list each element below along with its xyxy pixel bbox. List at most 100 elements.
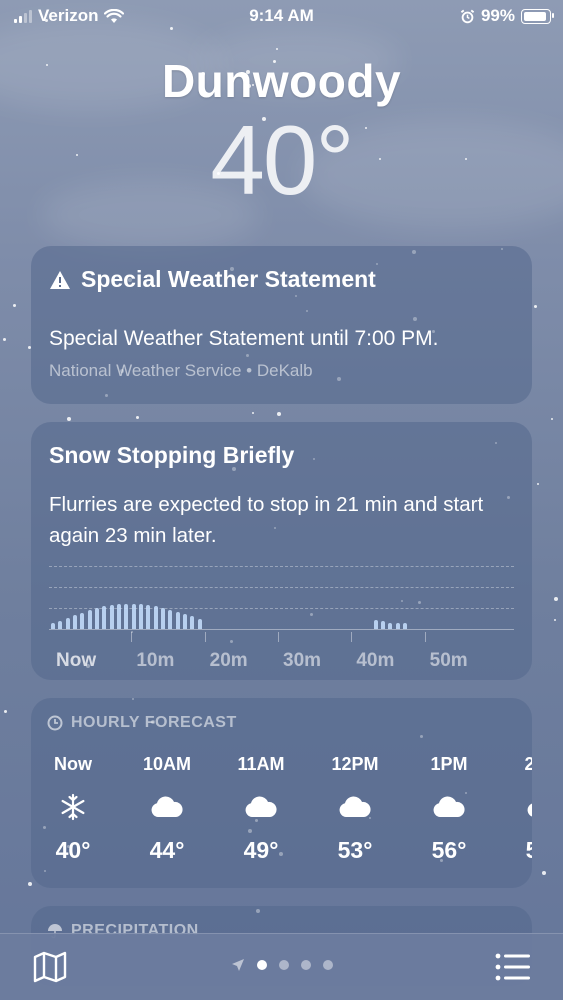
hourly-item: 12PM 53° [315, 754, 395, 864]
precip-bar [95, 608, 99, 629]
precip-bar [102, 606, 107, 629]
nowcast-description: Flurries are expected to stop in 21 min … [49, 493, 484, 547]
cloud-icon [315, 791, 395, 823]
tick-label: 20m [209, 650, 248, 671]
page-dot[interactable] [256, 960, 267, 970]
precip-bar [65, 618, 70, 629]
hourly-item: 10AM 44° [127, 754, 207, 864]
hour-time: Now [54, 754, 92, 774]
tick-label: 40m [356, 650, 395, 671]
hourly-item: Now 40° [33, 754, 113, 864]
precip-bar [190, 616, 195, 629]
precip-bar [73, 615, 77, 629]
precip-bar [175, 612, 180, 629]
alarm-icon [460, 9, 475, 23]
snowflake-particle [4, 710, 7, 713]
current-temperature: 40° [210, 105, 354, 215]
snowflake-particle [537, 483, 539, 485]
precip-bar [403, 623, 407, 629]
page-dot[interactable] [278, 960, 289, 970]
precip-bar [153, 606, 158, 629]
precipitation-nowcast-card[interactable]: Snow Stopping Briefly Flurries are expec… [31, 422, 532, 680]
snowflake-particle [534, 305, 537, 308]
snowflake-particle [551, 418, 553, 420]
hourly-scroller[interactable]: Now 40° 10AM 44° 11AM 49° 12PM 53° 1PM 56° 2PM 58° [31, 754, 532, 874]
snowflake-particle [13, 304, 16, 307]
snowflake-particle [554, 597, 558, 601]
snowflake-icon [33, 791, 113, 823]
warning-icon [50, 270, 70, 289]
precip-bar [388, 622, 393, 629]
tick-label: Now [56, 650, 97, 671]
snowflake-particle [136, 416, 139, 419]
tick-label: 10m [136, 650, 175, 671]
hour-time: 11AM [237, 754, 285, 774]
cloud-icon [221, 791, 301, 823]
alert-source: National Weather Service • DeKalb [49, 361, 313, 380]
battery-icon [521, 8, 554, 24]
precip-bar [58, 620, 63, 629]
nowcast-title: Snow Stopping Briefly [49, 442, 295, 468]
precip-bar [395, 622, 400, 629]
cloud-icon [127, 791, 207, 823]
snowflake-particle [67, 417, 71, 421]
hour-temperature: 49° [243, 837, 279, 863]
clock-icon [47, 715, 63, 731]
tick-mark [424, 632, 426, 642]
precip-bar [381, 621, 385, 629]
status-bar: Verizon 9:14 AM 99% [0, 0, 563, 32]
tick-mark [351, 632, 353, 642]
minute-precip-chart: Now 10m 20m 30m 40m 50m [49, 566, 514, 671]
page-indicator[interactable] [0, 958, 563, 972]
precip-bar [87, 610, 92, 629]
tick-mark [278, 632, 279, 642]
hour-temperature: 56° [431, 837, 467, 863]
precip-bar [109, 605, 114, 629]
precip-bar [117, 604, 121, 629]
hour-time: 2PM [524, 754, 532, 774]
hour-time: 10AM [142, 754, 191, 774]
alert-body: Special Weather Statement until 7:00 PM. [49, 327, 439, 350]
precip-bar [51, 622, 55, 629]
precip-bar [80, 612, 85, 629]
alert-title: Special Weather Statement [81, 266, 376, 292]
cloud-icon [503, 791, 532, 823]
tick-label: 50m [429, 650, 468, 671]
city-name: Dunwoody [161, 55, 402, 107]
battery-percent: 99% [480, 6, 515, 25]
hour-temperature: 40° [55, 837, 91, 863]
precip-bar [124, 603, 129, 629]
hour-temperature: 53° [337, 837, 373, 863]
precip-bar [183, 613, 187, 629]
hourly-item: 1PM 56° [409, 754, 489, 864]
tick-mark [131, 632, 133, 642]
hour-time: 1PM [430, 754, 468, 774]
page-dot[interactable] [322, 960, 333, 970]
hour-temperature: 58° [503, 837, 532, 864]
list-icon[interactable] [495, 952, 531, 982]
snowflake-particle [276, 48, 278, 50]
precip-bar [168, 610, 173, 629]
hour-time: 12PM [331, 754, 379, 774]
hourly-forecast-card[interactable]: HOURLY FORECAST Now 40° 10AM 44° 11AM 49° 12PM… [31, 698, 532, 888]
hourly-item: 11AM 49° [221, 754, 301, 864]
precip-bar [139, 604, 143, 629]
precip-bar [197, 618, 202, 629]
snowflake-particle [554, 619, 556, 621]
location-arrow-icon [231, 959, 244, 971]
snowflake-particle [277, 412, 281, 416]
hourly-header: HOURLY FORECAST [71, 714, 237, 731]
tick-label: 30m [283, 650, 322, 671]
page-dot[interactable] [300, 960, 311, 970]
precip-bar [161, 608, 165, 629]
hour-temperature: 44° [149, 837, 185, 863]
precip-bar [131, 603, 136, 629]
cloud-icon [409, 791, 489, 823]
snowflake-particle [3, 338, 6, 341]
bottom-toolbar [0, 933, 563, 1000]
hourly-item: 2PM 58° [503, 754, 532, 864]
snowflake-particle [28, 882, 32, 886]
tick-mark [204, 632, 206, 642]
weather-alert-card[interactable]: Special Weather Statement Special Weathe… [31, 246, 532, 404]
snowflake-particle [252, 412, 254, 414]
